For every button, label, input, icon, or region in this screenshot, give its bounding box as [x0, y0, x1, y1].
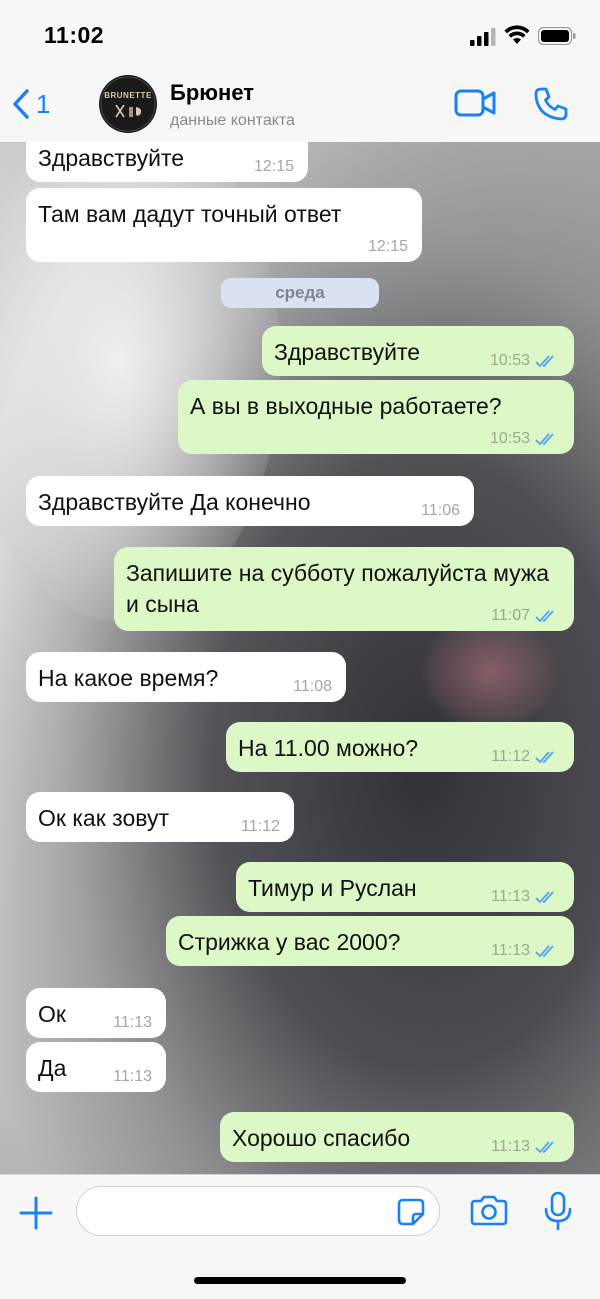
- message-outgoing[interactable]: Стрижка у вас 2000? 11:13: [166, 916, 574, 966]
- message-text: На 11.00 можно?: [238, 735, 419, 761]
- read-ticks-icon: [535, 355, 554, 368]
- message-time: 11:13: [113, 1068, 152, 1085]
- message-composer: [0, 1174, 600, 1299]
- read-ticks-icon: [535, 891, 554, 904]
- message-outgoing[interactable]: Хорошо спасибо 11:13: [220, 1112, 574, 1162]
- message-time: 11:13: [491, 888, 530, 905]
- wifi-icon: [504, 25, 530, 44]
- message-time: 11:07: [491, 607, 530, 624]
- message-time: 11:12: [491, 748, 530, 765]
- contact-info-link[interactable]: данные контакта: [170, 112, 295, 130]
- message-text: А вы в выходные работаете?: [190, 393, 502, 419]
- contact-name[interactable]: Брюнет: [170, 80, 254, 106]
- message-incoming[interactable]: На какое время? 11:08: [26, 652, 346, 702]
- phone-icon[interactable]: [533, 86, 569, 122]
- message-time: 12:15: [367, 238, 408, 255]
- sticker-icon[interactable]: [396, 1197, 426, 1227]
- message-text: Здравствуйте Да конечно: [38, 489, 311, 515]
- signal-icon: [470, 28, 496, 46]
- video-camera-icon[interactable]: [454, 88, 496, 118]
- chat-header: 1 BRUNETTE Брюнет данные контакта: [0, 72, 600, 143]
- message-meta: 11:12: [491, 749, 560, 765]
- message-time: 11:13: [491, 1138, 530, 1155]
- chat-area[interactable]: Здравствуйте 12:15 Там вам дадут точный …: [0, 142, 600, 1174]
- message-outgoing[interactable]: А вы в выходные работаете? 10:53: [178, 380, 574, 454]
- date-separator: среда: [221, 278, 379, 308]
- message-meta: 10:53: [490, 431, 560, 447]
- camera-icon[interactable]: [470, 1194, 508, 1226]
- message-incoming[interactable]: Здравствуйте Да конечно 11:06: [26, 476, 474, 526]
- read-ticks-icon: [535, 433, 554, 446]
- message-incoming[interactable]: Там вам дадут точный ответ 12:15: [26, 188, 422, 262]
- message-input[interactable]: [93, 1187, 397, 1235]
- message-text: Хорошо спасибо: [232, 1125, 411, 1151]
- chevron-left-icon: [13, 89, 29, 119]
- message-meta: 11:13: [491, 889, 560, 905]
- message-time: 12:15: [253, 158, 294, 175]
- plus-icon[interactable]: [18, 1195, 54, 1231]
- message-text: Здравствуйте: [38, 145, 185, 171]
- message-incoming[interactable]: Ок как зовут 11:12: [26, 792, 294, 842]
- home-indicator: [194, 1277, 406, 1284]
- unread-count: 1: [36, 88, 51, 119]
- message-time: 11:12: [241, 818, 280, 835]
- message-meta: 11:13: [491, 1139, 560, 1155]
- message-input-box[interactable]: [76, 1186, 440, 1236]
- message-incoming[interactable]: Ок 11:13: [26, 988, 166, 1038]
- message-outgoing[interactable]: Запишите на субботу пожалуйста мужа и сы…: [114, 547, 574, 631]
- message-text: Ок: [38, 1001, 66, 1027]
- message-text: Там вам дадут точный ответ: [38, 201, 342, 227]
- battery-icon: [538, 27, 576, 45]
- avatar[interactable]: BRUNETTE: [99, 75, 157, 133]
- back-button[interactable]: 1: [12, 88, 50, 120]
- microphone-icon[interactable]: [543, 1191, 573, 1231]
- scissors-logo-icon: [100, 76, 156, 132]
- message-time: 10:53: [489, 430, 530, 447]
- message-text: Ок как зовут: [38, 805, 169, 831]
- message-text: Здравствуйте: [274, 339, 421, 365]
- message-time: 11:13: [491, 942, 530, 959]
- message-meta: 11:13: [491, 943, 560, 959]
- read-ticks-icon: [535, 610, 554, 623]
- message-meta: 11:07: [491, 608, 560, 624]
- message-text: Да: [38, 1055, 67, 1081]
- message-text: Тимур и Руслан: [248, 875, 417, 901]
- message-outgoing[interactable]: Здравствуйте 10:53: [262, 326, 574, 376]
- read-ticks-icon: [535, 945, 554, 958]
- message-incoming[interactable]: Да 11:13: [26, 1042, 166, 1092]
- message-time: 11:08: [293, 678, 332, 695]
- message-text: Запишите на субботу пожалуйста мужа и сы…: [126, 560, 550, 617]
- status-time: 11:02: [44, 22, 105, 48]
- message-text: На какое время?: [38, 665, 219, 691]
- read-ticks-icon: [535, 751, 554, 764]
- message-text: Стрижка у вас 2000?: [178, 929, 401, 955]
- message-outgoing[interactable]: На 11.00 можно? 11:12: [226, 722, 574, 772]
- read-ticks-icon: [535, 1141, 554, 1154]
- status-bar: 11:02: [0, 0, 600, 72]
- message-time: 10:53: [489, 352, 530, 369]
- message-outgoing[interactable]: Тимур и Руслан 11:13: [236, 862, 574, 912]
- message-time: 11:06: [421, 502, 460, 519]
- message-meta: 10:53: [490, 353, 560, 369]
- message-incoming[interactable]: Здравствуйте 12:15: [26, 142, 308, 182]
- message-time: 11:13: [113, 1014, 152, 1031]
